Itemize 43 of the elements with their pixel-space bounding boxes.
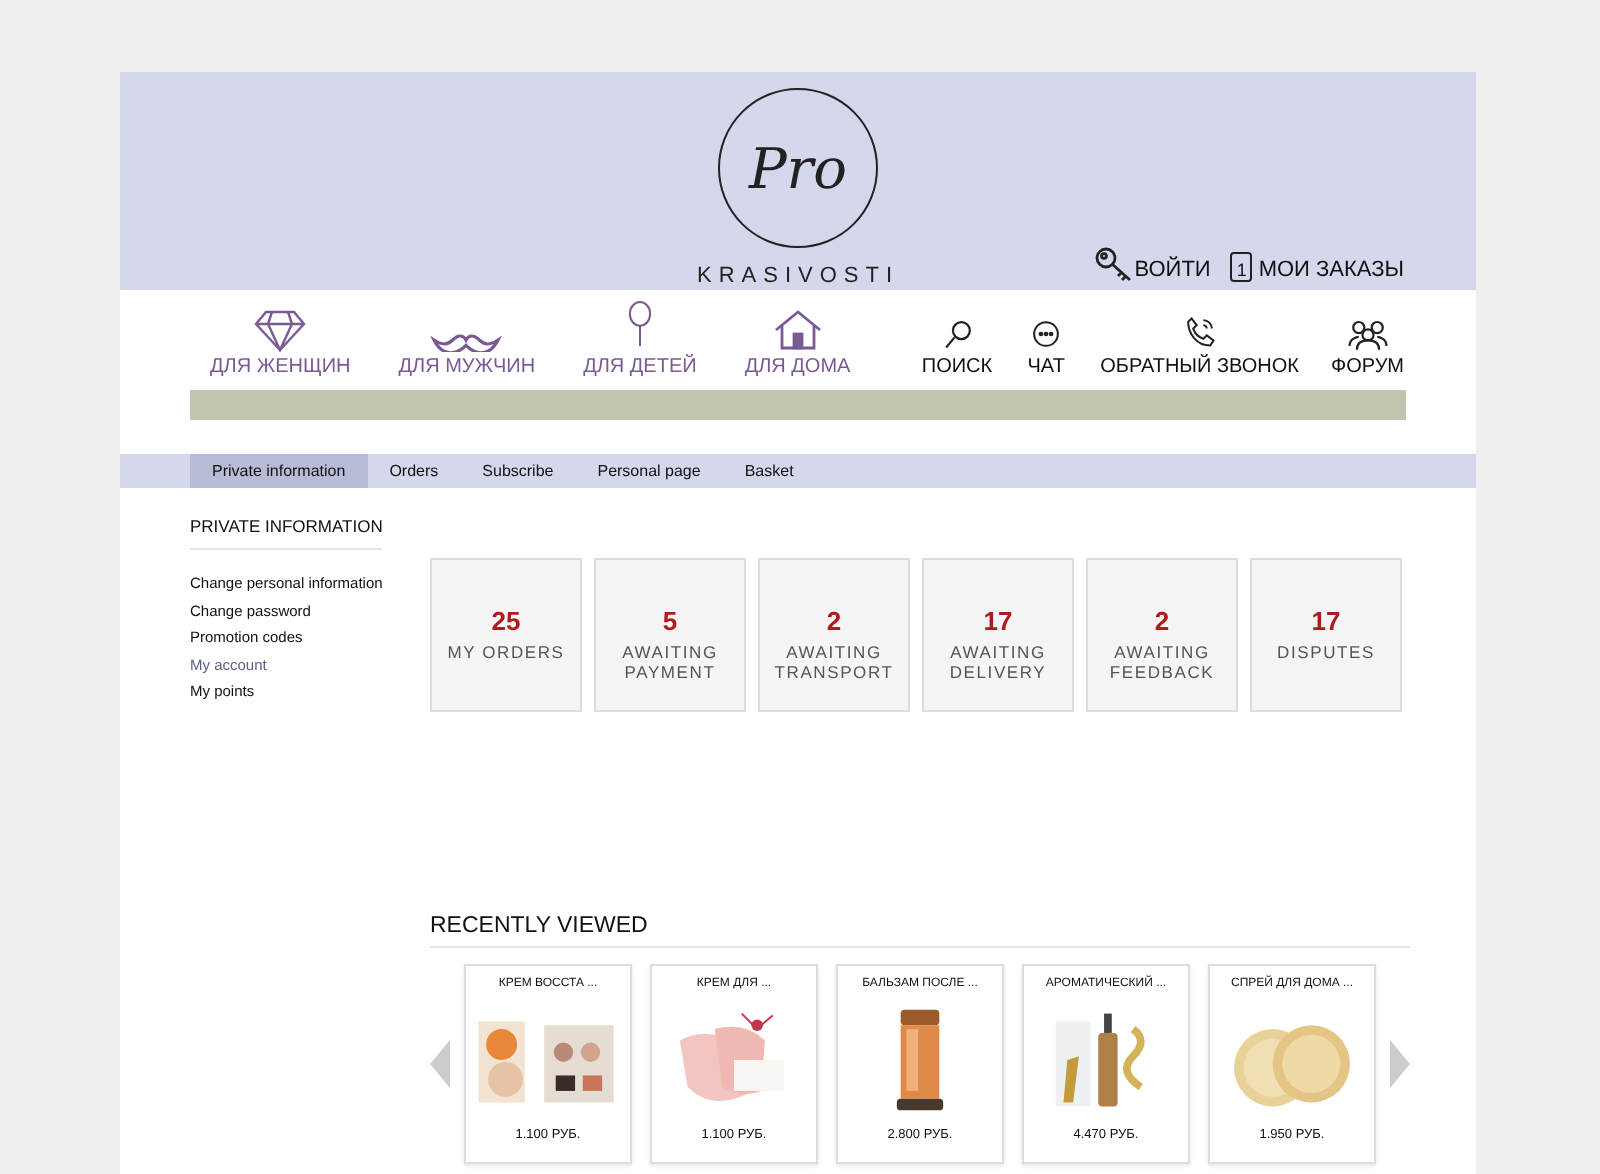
login-link[interactable]: ВОЙТИ — [1094, 246, 1211, 282]
tab[interactable]: Personal page — [575, 454, 723, 488]
stat-label: MY ORDERS — [445, 642, 567, 662]
stat-card[interactable]: 17 AWAITING DELIVERY — [922, 558, 1074, 712]
house-icon — [771, 308, 824, 352]
stat-card[interactable]: 5 AWAITING PAYMENT — [594, 558, 746, 712]
category-link[interactable]: ДЛЯ МУЖЧИН — [398, 332, 536, 378]
stat-card[interactable]: 2 AWAITING TRANSPORT — [758, 558, 910, 712]
tool-link[interactable]: ЧАТ — [1024, 316, 1069, 378]
diamond-icon — [254, 308, 307, 352]
stat-value: 5 — [662, 606, 678, 636]
stat-label: AWAITING FEEDBACK — [1107, 642, 1217, 682]
sidebar-title: PRIVATE INFORMATION — [190, 516, 383, 550]
tab[interactable]: Basket — [722, 454, 816, 488]
stat-card[interactable]: 2 AWAITING FEEDBACK — [1086, 558, 1238, 712]
orders-link[interactable]: 1 МОИ ЗАКАЗЫ — [1230, 252, 1404, 282]
bag-icon: 1 — [1230, 252, 1253, 282]
stat-label: AWAITING PAYMENT — [620, 642, 720, 682]
logo-mark[interactable]: Pro — [718, 88, 878, 248]
tab[interactable]: Orders — [367, 454, 461, 488]
logo-name: KRASIVOSTI — [696, 264, 900, 288]
stat-value: 17 — [1311, 606, 1341, 636]
category-link[interactable]: ДЛЯ ДОМА — [744, 308, 851, 378]
people-icon — [1343, 316, 1392, 352]
moustache-icon — [430, 332, 503, 352]
stat-label: DISPUTES — [1275, 642, 1377, 662]
category-link[interactable]: ДЛЯ ЖЕНЩИН — [210, 308, 351, 378]
stat-value: 2 — [826, 606, 842, 636]
stat-value: 2 — [1154, 606, 1170, 636]
tool-link[interactable]: ФОРУМ — [1330, 316, 1404, 378]
section-title: RECENTLY VIEWED — [430, 914, 1410, 948]
tab[interactable]: Private information — [190, 454, 368, 488]
key-icon — [1094, 246, 1135, 282]
tab[interactable]: Subscribe — [460, 454, 576, 488]
category-link[interactable]: ДЛЯ ДЕТЕЙ — [583, 296, 697, 378]
tool-link[interactable]: ОБРАТНЫЙ ЗВОНОК — [1100, 312, 1299, 378]
stat-card[interactable]: 25 MY ORDERS — [430, 558, 582, 712]
stat-value: 25 — [491, 606, 521, 636]
stat-label: AWAITING TRANSPORT — [772, 642, 896, 682]
stat-value: 17 — [983, 606, 1013, 636]
stat-card[interactable]: 17 DISPUTES — [1250, 558, 1402, 712]
stat-label: AWAITING DELIVERY — [947, 642, 1049, 682]
tool-link[interactable]: ПОИСК — [921, 316, 993, 378]
